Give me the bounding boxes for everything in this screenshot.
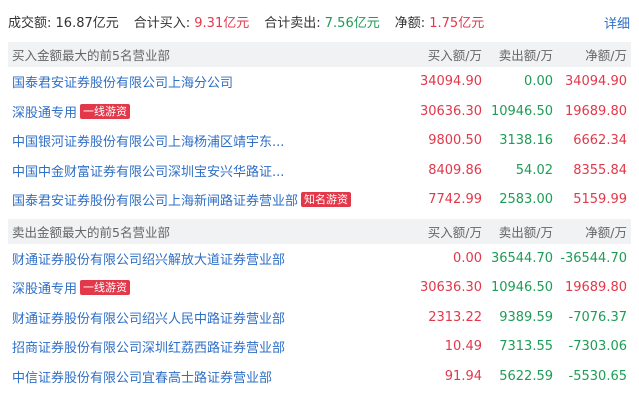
- total-buy-label: 合计买入:: [133, 15, 191, 31]
- branch-name-link[interactable]: 深股通专用: [12, 102, 77, 121]
- col-header-sell: 卖出额/万: [498, 224, 553, 240]
- net-amount-cell: 19689.80: [564, 280, 627, 296]
- buy-amount-cell: 7742.99: [428, 192, 482, 208]
- buy-amount-cell: 30636.30: [419, 280, 482, 296]
- buy-amount-cell: 0.00: [453, 250, 482, 266]
- net-amount-cell: 5159.99: [573, 192, 627, 208]
- turnover-value: 16.87亿元: [55, 15, 119, 31]
- buy-amount-cell: 30636.30: [419, 103, 482, 119]
- net-amount-cell: 34094.90: [564, 74, 627, 90]
- col-header-buy: 买入额/万: [427, 224, 482, 240]
- summary-bar: 成交额: 16.87亿元 合计买入: 9.31亿元 合计卖出: 7.56亿元 净…: [0, 0, 639, 42]
- buy-section-title: 买入金额最大的前5名营业部: [12, 48, 170, 63]
- branch-name-cell: 国泰君安证券股份有限公司上海新闸路证券营业部 知名游资: [8, 190, 386, 209]
- table-row: 深股通专用 一线游资 30636.30 10946.50 19689.80: [8, 273, 631, 303]
- sell-rows: 财通证券股份有限公司绍兴解放大道证券营业部 0.00 36544.70 -36544.…: [8, 244, 631, 392]
- net-amount-cell: -36544.70: [560, 250, 627, 266]
- detail-link[interactable]: 详细: [604, 13, 630, 32]
- net-amount-cell: -5530.65: [568, 368, 627, 384]
- col-header-sell: 卖出额/万: [498, 48, 553, 63]
- net-label: 净额:: [394, 15, 426, 31]
- sell-section-header: 卖出金额最大的前5名营业部 买入额/万 卖出额/万 净额/万: [8, 218, 631, 244]
- sell-section: 卖出金额最大的前5名营业部 买入额/万 卖出额/万 净额/万 财通证券股份有限公…: [8, 218, 631, 392]
- branch-name-cell: 财通证券股份有限公司绍兴人民中路证券营业部: [8, 308, 386, 327]
- net-amount-cell: 6662.34: [573, 133, 627, 149]
- buy-amount-cell: 9800.50: [428, 133, 482, 149]
- branch-name-cell: 深股通专用 一线游资: [8, 102, 386, 121]
- buy-rows: 国泰君安证券股份有限公司上海分公司 34094.90 0.00 34094.90 深股通…: [8, 67, 631, 215]
- buy-section: 买入金额最大的前5名营业部 买入额/万 卖出额/万 净额/万 国泰君安证券股份有…: [8, 42, 631, 215]
- branch-name-cell: 中国银河证券股份有限公司上海杨浦区靖宇东...: [8, 131, 386, 150]
- net-amount-cell: 8355.84: [573, 162, 627, 178]
- trader-tag-badge: 知名游资: [301, 192, 352, 208]
- trader-tag-badge: 一线游资: [80, 280, 131, 296]
- branch-name-link[interactable]: 国泰君安证券股份有限公司上海分公司: [12, 72, 233, 91]
- net-amount-cell: 19689.80: [564, 103, 627, 119]
- sell-amount-cell: 7313.55: [499, 339, 553, 355]
- sell-amount-cell: 0.00: [524, 74, 553, 90]
- table-row: 财通证券股份有限公司绍兴人民中路证券营业部 2313.22 9389.59 -7076…: [8, 303, 631, 333]
- branch-name-link[interactable]: 财通证券股份有限公司绍兴解放大道证券营业部: [12, 249, 285, 268]
- net-amount-cell: -7303.06: [568, 339, 627, 355]
- table-row: 深股通专用 一线游资 30636.30 10946.50 19689.80: [8, 97, 631, 127]
- table-row: 中国中金财富证券有限公司深圳宝安兴华路证... 8409.86 54.02 8355.…: [8, 156, 631, 186]
- col-header-net: 净额/万: [585, 224, 627, 240]
- table-row: 中信证券股份有限公司宜春高士路证券营业部 91.94 5622.59 -5530.65: [8, 362, 631, 392]
- sell-amount-cell: 10946.50: [490, 280, 553, 296]
- table-row: 国泰君安证券股份有限公司上海分公司 34094.90 0.00 34094.90: [8, 67, 631, 97]
- table-row: 财通证券股份有限公司绍兴解放大道证券营业部 0.00 36544.70 -36544.…: [8, 244, 631, 274]
- total-sell-summary: 合计卖出: 7.56亿元: [264, 12, 379, 31]
- buy-amount-cell: 8409.86: [428, 162, 482, 178]
- branch-name-cell: 财通证券股份有限公司绍兴解放大道证券营业部: [8, 249, 386, 268]
- branch-name-link[interactable]: 深股通专用: [12, 278, 77, 297]
- branch-name-link[interactable]: 中国中金财富证券有限公司深圳宝安兴华路证...: [12, 161, 284, 180]
- col-header-net: 净额/万: [585, 48, 627, 63]
- buy-amount-cell: 10.49: [444, 339, 482, 355]
- net-amount-cell: -7076.37: [568, 309, 627, 325]
- table-row: 招商证券股份有限公司深圳红荔西路证券营业部 10.49 7313.55 -7303.0…: [8, 332, 631, 362]
- sell-amount-cell: 36544.70: [490, 250, 553, 266]
- sell-amount-cell: 9389.59: [499, 309, 553, 325]
- branch-name-cell: 深股通专用 一线游资: [8, 278, 386, 297]
- turnover-label: 成交额:: [8, 15, 52, 31]
- sell-section-title: 卖出金额最大的前5名营业部: [12, 224, 170, 240]
- turnover-summary: 成交额: 16.87亿元: [8, 12, 119, 31]
- total-sell-value: 7.56亿元: [324, 15, 380, 31]
- branch-name-cell: 国泰君安证券股份有限公司上海分公司: [8, 72, 386, 91]
- table-row: 中国银河证券股份有限公司上海杨浦区靖宇东... 9800.50 3138.16 666…: [8, 126, 631, 156]
- buy-section-header: 买入金额最大的前5名营业部 买入额/万 卖出额/万 净额/万: [8, 42, 631, 67]
- branch-name-cell: 招商证券股份有限公司深圳红荔西路证券营业部: [8, 337, 386, 356]
- branch-name-cell: 中信证券股份有限公司宜春高士路证券营业部: [8, 367, 386, 386]
- branch-name-link[interactable]: 财通证券股份有限公司绍兴人民中路证券营业部: [12, 308, 285, 327]
- total-buy-summary: 合计买入: 9.31亿元: [134, 12, 249, 31]
- trader-tag-badge: 一线游资: [80, 103, 131, 119]
- col-header-buy: 买入额/万: [427, 48, 482, 63]
- net-value: 1.75亿元: [429, 15, 485, 31]
- buy-amount-cell: 34094.90: [419, 74, 482, 90]
- sell-amount-cell: 3138.16: [499, 133, 553, 149]
- net-summary: 净额: 1.75亿元: [395, 12, 484, 31]
- sell-amount-cell: 2583.00: [499, 192, 553, 208]
- branch-name-cell: 中国中金财富证券有限公司深圳宝安兴华路证...: [8, 161, 386, 180]
- total-sell-label: 合计卖出:: [264, 15, 321, 31]
- sell-amount-cell: 10946.50: [490, 103, 553, 119]
- branch-name-link[interactable]: 中信证券股份有限公司宜春高士路证券营业部: [12, 367, 272, 386]
- buy-amount-cell: 91.94: [444, 368, 482, 384]
- buy-amount-cell: 2313.22: [428, 309, 482, 325]
- sell-amount-cell: 5622.59: [499, 368, 553, 384]
- branch-name-link[interactable]: 中国银河证券股份有限公司上海杨浦区靖宇东...: [12, 131, 284, 150]
- table-row: 国泰君安证券股份有限公司上海新闸路证券营业部 知名游资 7742.99 2583.00…: [8, 185, 631, 215]
- branch-name-link[interactable]: 国泰君安证券股份有限公司上海新闸路证券营业部: [12, 190, 298, 209]
- branch-name-link[interactable]: 招商证券股份有限公司深圳红荔西路证券营业部: [12, 337, 285, 356]
- sell-amount-cell: 54.02: [515, 162, 553, 178]
- total-buy-value: 9.31亿元: [194, 15, 250, 31]
